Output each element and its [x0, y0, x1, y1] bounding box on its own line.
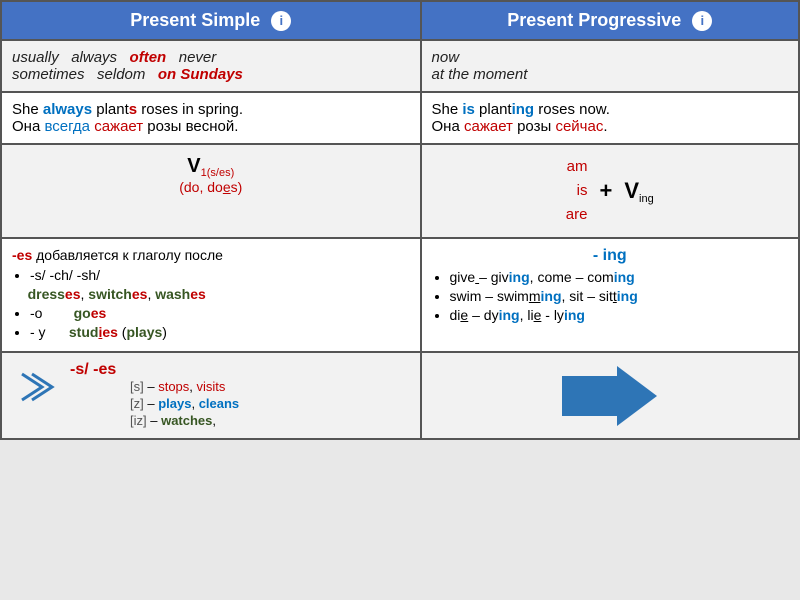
- example-left: She always plants roses in spring. Она в…: [1, 92, 421, 144]
- rules-left: -es добавляется к глаголу после -s/ -ch/…: [1, 238, 421, 352]
- arrow-right-cell: [421, 352, 799, 439]
- right-arrow-icon: [432, 366, 788, 426]
- formula-right: am is are + Ving: [421, 144, 799, 238]
- example-right: She is planting roses now. Она сажает ро…: [421, 92, 799, 144]
- formula-left: V1(s/es) (do, does): [1, 144, 421, 238]
- adverbs-left: usually always often never sometimes sel…: [1, 40, 421, 92]
- es-label: -s/ -es: [70, 361, 116, 378]
- main-table: Present Simple i Present Progressive i u…: [0, 0, 800, 440]
- bottom-left: -s/ -es [s] – stops, visits [z] – plays,…: [1, 352, 421, 439]
- chevron-arrows-icon: [12, 369, 62, 424]
- info-icon-left[interactable]: i: [271, 11, 291, 31]
- rules-right: - ing give – giving, come – coming swim …: [421, 238, 799, 352]
- adverbs-right: nowat the moment: [421, 40, 799, 92]
- info-icon-right[interactable]: i: [692, 11, 712, 31]
- iz-line: [iz] – watches,: [130, 413, 239, 428]
- header-present-simple: Present Simple i: [1, 1, 421, 40]
- header-present-progressive: Present Progressive i: [421, 1, 799, 40]
- s-line: [s] – stops, visits: [130, 379, 239, 394]
- z-line: [z] – plays, cleans: [130, 396, 239, 411]
